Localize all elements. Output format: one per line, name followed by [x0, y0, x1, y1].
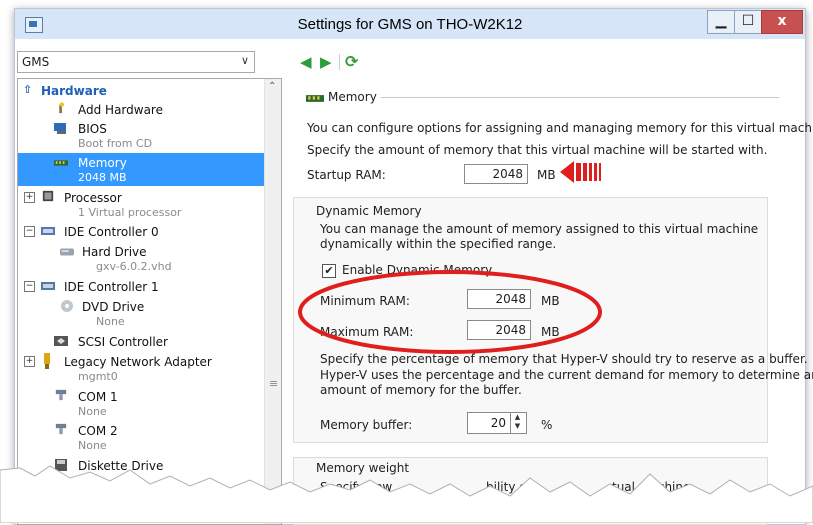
torn-edge: [0, 465, 813, 523]
torn-paper-edge: [0, 465, 813, 523]
